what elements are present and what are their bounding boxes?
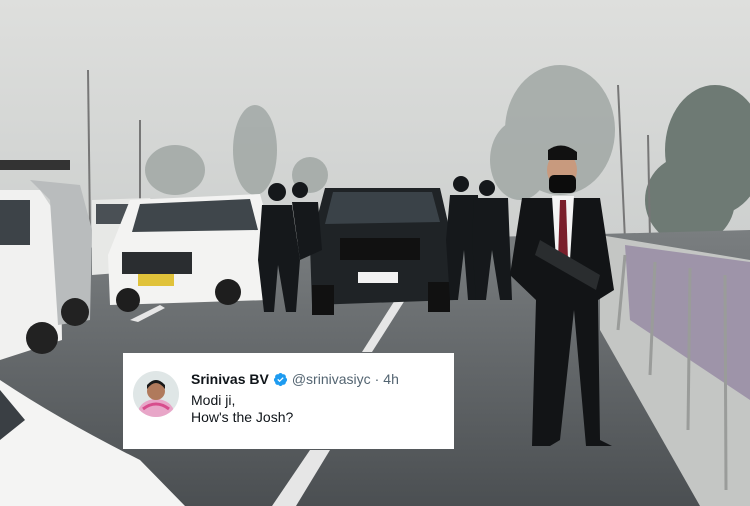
tweet-text-line: Modi ji, xyxy=(191,391,236,408)
avatar-image xyxy=(133,371,179,417)
tweet-author-name[interactable]: Srinivas BV xyxy=(191,371,269,389)
tweet-text-line: How's the Josh? xyxy=(191,409,294,425)
tweet-separator: · xyxy=(374,371,380,387)
tweet-header: Srinivas BV @srinivasiyc · 4h xyxy=(191,371,399,389)
avatar[interactable] xyxy=(133,371,179,417)
tweet-card[interactable]: Srinivas BV @srinivasiyc · 4h Modi ji, H… xyxy=(123,353,454,449)
verified-badge-icon xyxy=(273,373,287,387)
black-suv xyxy=(310,188,455,315)
tweet-text: Modi ji, How's the Josh? xyxy=(191,392,399,427)
license-plate-suv xyxy=(358,272,398,283)
white-mpv xyxy=(108,194,270,312)
tweet-timestamp[interactable]: 4h xyxy=(383,371,399,389)
tweet-body: Srinivas BV @srinivasiyc · 4h Modi ji, H… xyxy=(191,371,399,427)
photo-scene: Srinivas BV @srinivasiyc · 4h Modi ji, H… xyxy=(0,0,750,506)
tweet-handle[interactable]: @srinivasiyc xyxy=(292,371,371,389)
license-plate-mpv xyxy=(138,274,174,286)
